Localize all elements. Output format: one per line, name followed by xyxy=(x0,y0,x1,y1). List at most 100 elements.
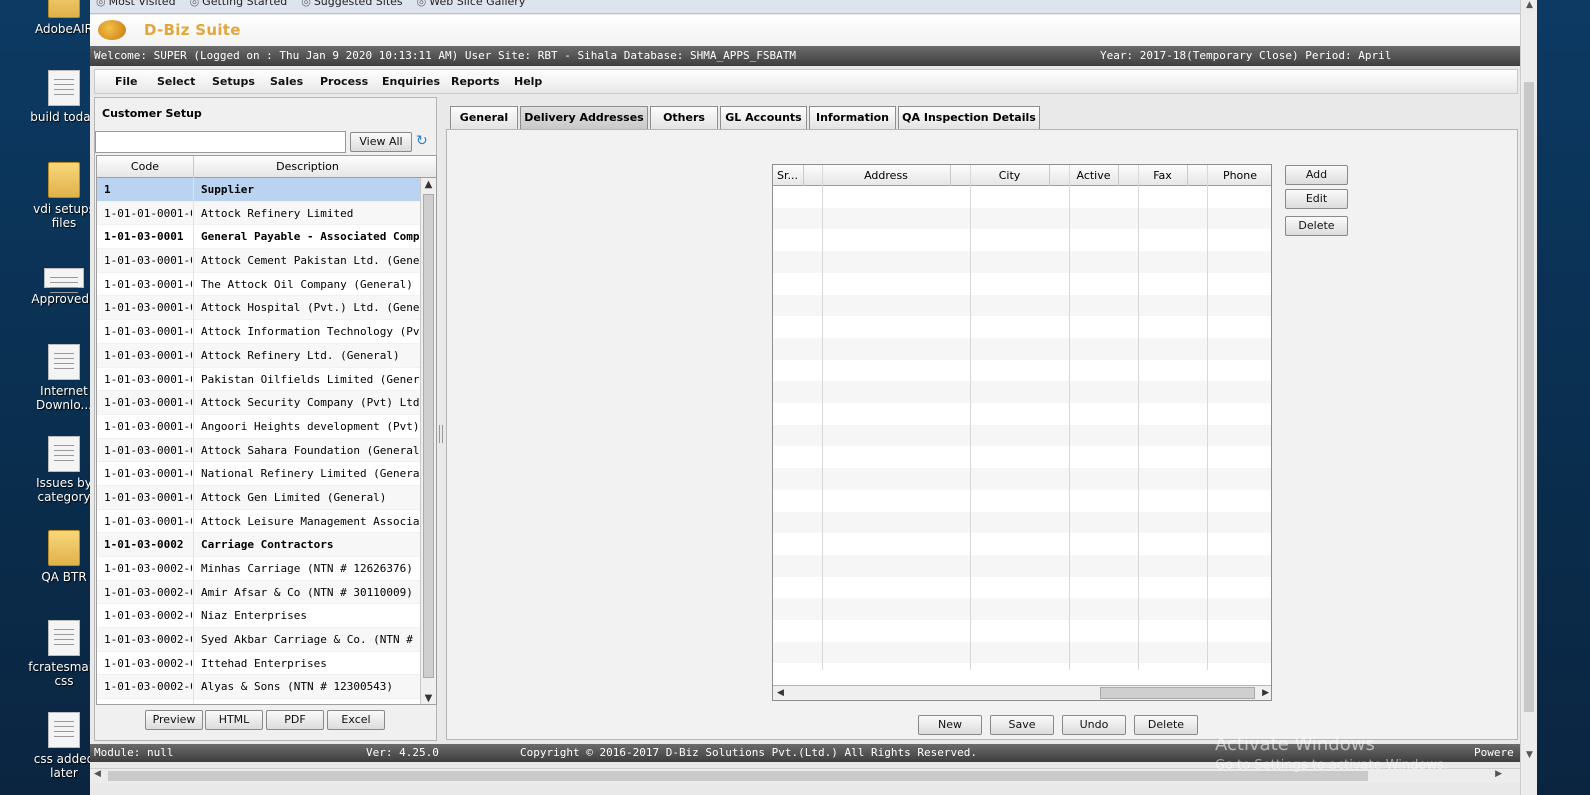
delete-button[interactable]: Delete xyxy=(1134,715,1198,735)
table-row[interactable]: 1-01-03-0002-0 Alyas & Sons (NTN # 123005… xyxy=(97,675,421,700)
menu-setups[interactable]: Setups xyxy=(212,75,255,88)
menu-process[interactable]: Process xyxy=(320,75,368,88)
search-input[interactable] xyxy=(95,131,346,153)
tab-information[interactable]: Information xyxy=(809,106,896,129)
table-row[interactable]: 1-01-03-0001-0 Attock Gen Limited (Genera… xyxy=(97,485,421,510)
column-header-address[interactable]: Address xyxy=(822,169,950,182)
scroll-down-icon[interactable]: ▼ xyxy=(421,693,436,704)
column-header-description[interactable]: Description xyxy=(194,160,421,173)
edit-address-button[interactable]: Edit xyxy=(1285,189,1348,209)
address-row[interactable] xyxy=(773,468,1271,490)
scroll-right-icon[interactable]: ▶ xyxy=(1495,769,1502,779)
column-header-phone[interactable]: Phone xyxy=(1207,169,1271,182)
table-row[interactable]: 1-01-03-0002 Carriage Contractors xyxy=(97,533,421,557)
address-row[interactable] xyxy=(773,186,1271,208)
table-row[interactable]: 1-01-03-0001-0 Attock Cement Pakistan Ltd… xyxy=(97,249,421,273)
customer-grid-scrollbar[interactable]: ▲ ▼ xyxy=(420,178,436,704)
preview-button[interactable]: Preview xyxy=(145,710,203,730)
tab-qa-inspection-details[interactable]: QA Inspection Details xyxy=(898,106,1040,129)
address-row[interactable] xyxy=(773,598,1271,620)
scroll-up-icon[interactable]: ▲ xyxy=(421,179,436,190)
table-row[interactable]: 1-01-03-0002-0 Minhas Carriage (NTN # 126… xyxy=(97,557,421,581)
bookmark-link[interactable]: Suggested Sites xyxy=(314,0,403,8)
address-row[interactable] xyxy=(773,577,1271,599)
table-row[interactable]: 1-01-03-0002-0 Niaz Enterprises xyxy=(97,604,421,629)
view-all-button[interactable]: View All xyxy=(350,132,412,152)
tab-delivery-addresses[interactable]: Delivery Addresses xyxy=(520,106,648,129)
address-row[interactable] xyxy=(773,251,1271,273)
address-row[interactable] xyxy=(773,446,1271,468)
column-header-fax[interactable]: Fax xyxy=(1138,169,1187,182)
table-row[interactable]: 1-01-03-0001-0 Attock Sahara Foundation (… xyxy=(97,438,421,463)
address-row[interactable] xyxy=(773,403,1271,425)
bookmark-link[interactable]: Most Visited xyxy=(109,0,176,8)
table-row[interactable]: 1-01-03-0001-0 Angoori Heights developmen… xyxy=(97,415,421,439)
delete-address-button[interactable]: Delete xyxy=(1285,216,1348,236)
add-address-button[interactable]: Add xyxy=(1285,165,1348,185)
column-header-sr[interactable]: Sr... xyxy=(773,169,802,182)
address-row[interactable] xyxy=(773,337,1271,360)
address-row[interactable] xyxy=(773,511,1271,534)
scroll-thumb[interactable] xyxy=(108,771,1368,781)
address-row[interactable] xyxy=(773,533,1271,555)
table-row[interactable]: 1-01-01-0001-0 Attock Refinery Limited xyxy=(97,201,421,226)
scroll-thumb[interactable] xyxy=(1524,82,1534,712)
undo-button[interactable]: Undo xyxy=(1062,715,1126,735)
address-row[interactable] xyxy=(773,360,1271,382)
tab-general[interactable]: General xyxy=(450,106,518,129)
bookmark-link[interactable]: Getting Started xyxy=(202,0,287,8)
address-row[interactable] xyxy=(773,663,1271,685)
excel-button[interactable]: Excel xyxy=(327,710,385,730)
scroll-down-icon[interactable]: ▼ xyxy=(1521,750,1538,760)
table-row[interactable]: 1-01-03-0002-0 Amir Afsar & Co (NTN # 301… xyxy=(97,580,421,605)
table-row[interactable]: 1-01-03-0001-0 Attock Hospital (Pvt.) Ltd… xyxy=(97,296,421,321)
address-grid-hscrollbar[interactable]: ◀ ▶ xyxy=(773,685,1271,700)
address-row[interactable] xyxy=(773,554,1271,577)
scroll-up-icon[interactable]: ▲ xyxy=(1521,0,1538,10)
address-row[interactable] xyxy=(773,381,1271,403)
address-row[interactable] xyxy=(773,641,1271,664)
address-row[interactable] xyxy=(773,229,1271,251)
table-row[interactable]: 1-01-03-0001-0 Attock Information Technol… xyxy=(97,320,421,344)
address-row[interactable] xyxy=(773,316,1271,338)
table-row[interactable]: 1-01-03-0002-0 Syed Akbar Carriage & Co. … xyxy=(97,628,421,652)
scroll-right-icon[interactable]: ▶ xyxy=(1262,686,1269,700)
scroll-left-icon[interactable]: ◀ xyxy=(777,686,784,700)
menu-help[interactable]: Help xyxy=(514,75,542,88)
table-row[interactable]: 1 Supplier xyxy=(97,178,421,202)
save-button[interactable]: Save xyxy=(990,715,1054,735)
bookmark-link[interactable]: Web Slice Gallery xyxy=(429,0,525,8)
panel-splitter[interactable] xyxy=(439,425,443,443)
menu-file[interactable]: File xyxy=(115,75,138,88)
scroll-left-icon[interactable]: ◀ xyxy=(94,769,101,779)
table-row[interactable]: 1-01-03-0002-0 Ittehad Enterprises xyxy=(97,652,421,676)
table-row[interactable]: 1-01-03-0001-0 Attock Security Company (P… xyxy=(97,391,421,415)
table-row[interactable]: 1-01-03-0001-0 Pakistan Oilfields Limited… xyxy=(97,368,421,392)
table-row[interactable]: 1-01-03-0001-0 Attock Leisure Management … xyxy=(97,510,421,534)
address-row[interactable] xyxy=(773,490,1271,512)
table-row[interactable]: 1-01-03-0001-0 Attock Refinery Ltd. (Gene… xyxy=(97,343,421,368)
menu-enquiries[interactable]: Enquiries xyxy=(382,75,440,88)
scroll-thumb[interactable] xyxy=(423,194,434,678)
tab-others[interactable]: Others xyxy=(650,106,718,129)
browser-vscrollbar[interactable]: ▲ ▼ xyxy=(1520,0,1537,795)
menu-select[interactable]: Select xyxy=(157,75,195,88)
address-row[interactable] xyxy=(773,294,1271,317)
table-row[interactable]: 1-01-03-0001-0 National Refinery Limited … xyxy=(97,462,421,486)
address-row[interactable] xyxy=(773,207,1271,230)
refresh-icon[interactable]: ↻ xyxy=(416,133,432,149)
column-header-city[interactable]: City xyxy=(970,169,1049,182)
new-button[interactable]: New xyxy=(918,715,982,735)
address-row[interactable] xyxy=(773,424,1271,447)
html-button[interactable]: HTML xyxy=(205,710,263,730)
table-row[interactable]: 1-01-03-0001 General Payable - Associated… xyxy=(97,225,421,250)
address-row[interactable] xyxy=(773,620,1271,642)
scroll-thumb[interactable] xyxy=(1100,687,1255,699)
menu-reports[interactable]: Reports xyxy=(451,75,500,88)
column-header-active[interactable]: Active xyxy=(1069,169,1118,182)
tab-gl-accounts[interactable]: GL Accounts xyxy=(720,106,807,129)
column-header-code[interactable]: Code xyxy=(97,160,193,173)
pdf-button[interactable]: PDF xyxy=(266,710,324,730)
address-row[interactable] xyxy=(773,273,1271,295)
menu-sales[interactable]: Sales xyxy=(270,75,303,88)
